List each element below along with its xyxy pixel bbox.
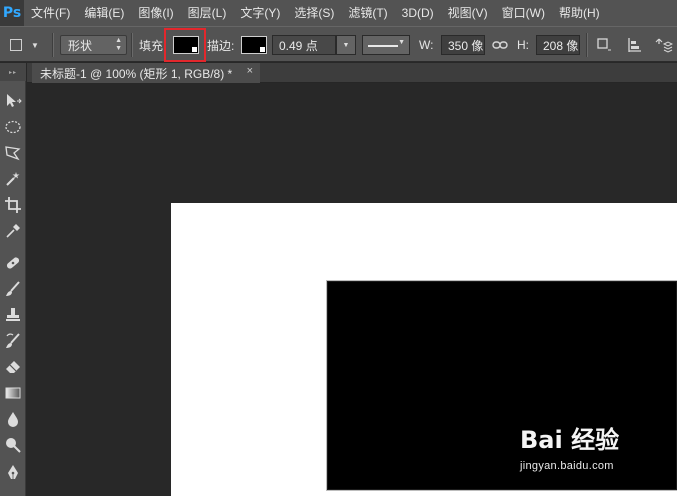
width-input[interactable]: 350 像素 <box>441 35 485 55</box>
width-label: W: <box>419 38 434 52</box>
chevron-down-icon: ▼ <box>398 39 405 46</box>
path-arrangement-icon[interactable] <box>654 35 674 55</box>
close-icon[interactable]: × <box>247 65 253 77</box>
tools-panel: ▸▸ <box>0 63 26 496</box>
height-label: H: <box>517 38 529 52</box>
document-tab[interactable]: 未标题-1 @ 100% (矩形 1, RGB/8) * × <box>32 63 260 83</box>
divider <box>52 33 53 57</box>
stroke-size-input[interactable]: 0.49 点 <box>272 35 336 55</box>
fill-highlight-box <box>164 28 206 62</box>
menu-view[interactable]: 视图(V) <box>441 0 495 26</box>
menu-3d[interactable]: 3D(D) <box>395 0 441 26</box>
watermark-logo: Bai 经验 <box>520 426 620 454</box>
healing-brush-tool-icon[interactable] <box>1 251 25 275</box>
path-operations-icon[interactable] <box>594 35 614 55</box>
line-style-preview <box>368 45 398 47</box>
menu-file[interactable]: 文件(F) <box>24 0 77 26</box>
clone-stamp-tool-icon[interactable] <box>1 303 25 327</box>
stroke-color-swatch[interactable] <box>241 36 267 54</box>
menu-edit[interactable]: 编辑(E) <box>77 0 131 26</box>
menu-layer[interactable]: 图层(L) <box>181 0 234 26</box>
baidu-jingyan-watermark: Bai 经验 jingyan.baidu.com <box>520 420 670 476</box>
eraser-tool-icon[interactable] <box>1 355 25 379</box>
updown-arrows-icon: ▲ ▼ <box>115 37 122 52</box>
mode-dropdown[interactable]: 形状 ▲ ▼ <box>60 35 127 55</box>
menu-select[interactable]: 选择(S) <box>287 0 341 26</box>
crop-tool-icon[interactable] <box>1 193 25 217</box>
photoshop-logo: Ps <box>0 0 24 26</box>
gradient-tool-icon[interactable] <box>1 381 25 405</box>
eyedropper-tool-icon[interactable] <box>1 219 25 243</box>
tools-panel-grip[interactable]: ▸▸ <box>0 63 26 81</box>
divider <box>586 33 587 57</box>
stroke-label: 描边: <box>207 38 235 53</box>
stroke-type-dropdown[interactable]: ▼ <box>362 35 410 55</box>
rectangle-icon <box>10 39 22 51</box>
history-brush-tool-icon[interactable] <box>1 329 25 353</box>
move-tool-icon[interactable] <box>1 89 25 113</box>
menu-image[interactable]: 图像(I) <box>131 0 180 26</box>
document-tab-bar: 未标题-1 @ 100% (矩形 1, RGB/8) * × <box>27 63 677 83</box>
chevron-down-icon: ▼ <box>342 41 350 49</box>
options-bar: ▼ 形状 ▲▼ 填充 描边: 0.49 点 ▼ ▼ W: 350 像素 H: 2… <box>0 26 677 62</box>
stroke-size-dropdown-button[interactable]: ▼ <box>336 35 356 55</box>
dodge-tool-icon[interactable] <box>1 433 25 457</box>
mode-value: 形状 <box>68 38 93 53</box>
chevron-down-icon: ▼ <box>31 40 39 50</box>
menu-help[interactable]: 帮助(H) <box>552 0 607 26</box>
lasso-tool-icon[interactable] <box>1 141 25 165</box>
height-input[interactable]: 208 像素 <box>536 35 580 55</box>
marquee-tool-icon[interactable] <box>1 115 25 139</box>
brush-tool-icon[interactable] <box>1 277 25 301</box>
document-tab-title: 未标题-1 @ 100% (矩形 1, RGB/8) * <box>40 66 233 81</box>
swatch-corner-icon <box>260 47 265 52</box>
menu-window[interactable]: 窗口(W) <box>495 0 552 26</box>
divider <box>131 33 132 57</box>
fill-label: 填充 <box>139 38 164 53</box>
menu-filter[interactable]: 滤镜(T) <box>341 0 394 26</box>
menu-type[interactable]: 文字(Y) <box>233 0 287 26</box>
magic-wand-tool-icon[interactable] <box>1 167 25 191</box>
tool-preset-picker[interactable]: ▼ <box>10 27 48 63</box>
link-icon[interactable] <box>490 35 510 55</box>
blur-tool-icon[interactable] <box>1 407 25 431</box>
pen-tool-icon[interactable] <box>1 461 25 485</box>
watermark-url: jingyan.baidu.com <box>520 460 614 472</box>
menu-bar: Ps 文件(F) 编辑(E) 图像(I) 图层(L) 文字(Y) 选择(S) 滤… <box>0 0 677 26</box>
path-alignment-icon[interactable] <box>624 35 644 55</box>
